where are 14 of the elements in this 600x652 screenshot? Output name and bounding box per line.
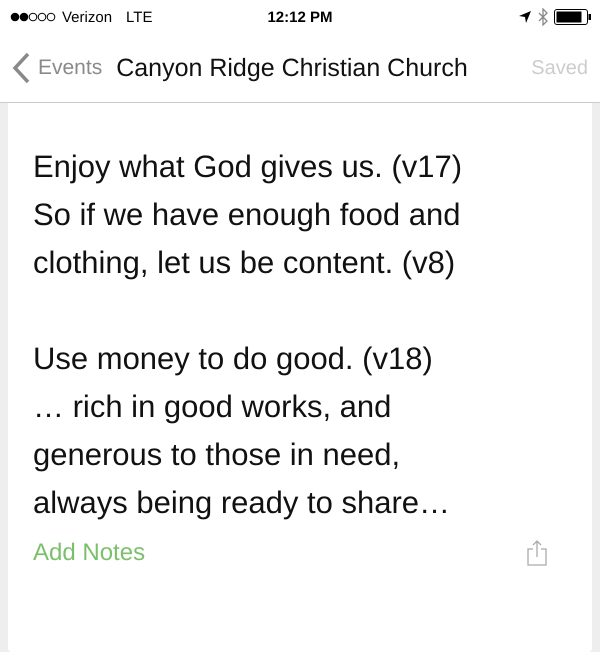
battery-icon xyxy=(554,9,592,25)
share-icon[interactable] xyxy=(527,540,547,566)
network-type: LTE xyxy=(126,8,152,26)
note-paragraph: Enjoy what God gives us. (v17) So if we have enough food and clothing, let us be content. (v8) xyxy=(33,148,464,282)
add-notes-link[interactable]: Add Notes xyxy=(33,539,146,567)
note-paragraph: Use money to do good. (v18) … rich in good works, and generous to those in need, always being ready to share… xyxy=(33,340,452,522)
carrier-name: Verizon xyxy=(62,8,112,26)
nav-title: Canyon Ridge Christian Church xyxy=(116,54,468,82)
bluetooth-icon xyxy=(538,8,548,26)
location-icon xyxy=(518,10,532,24)
signal-icon xyxy=(10,12,56,22)
status-time: 12:12 PM xyxy=(267,8,333,26)
back-button[interactable]: Events xyxy=(12,52,102,84)
chevron-left-icon xyxy=(12,52,30,84)
